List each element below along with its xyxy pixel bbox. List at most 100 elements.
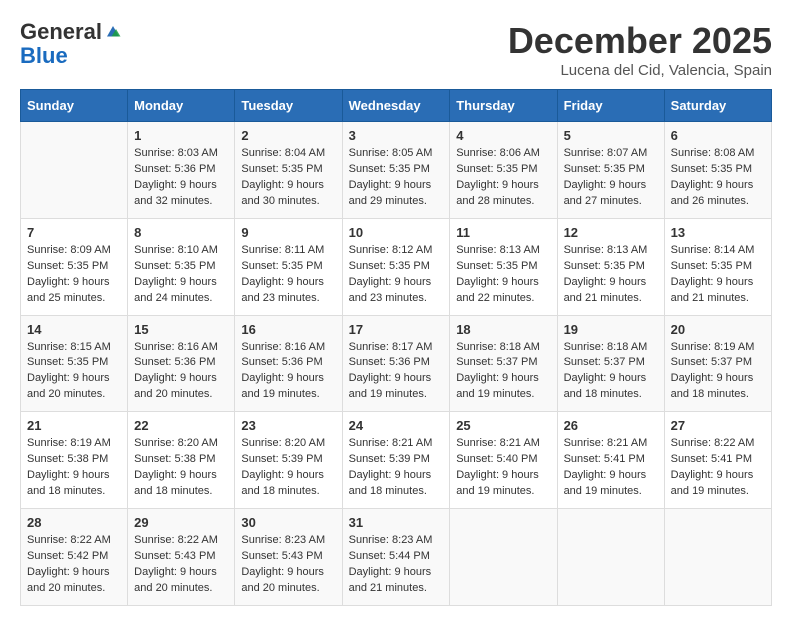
day-info: Sunrise: 8:22 AMSunset: 5:43 PMDaylight:… xyxy=(134,533,228,597)
day-cell: 10 Sunrise: 8:12 AMSunset: 5:35 PMDayligh… xyxy=(342,218,450,315)
weekday-header-monday: Monday xyxy=(128,90,235,122)
day-info: Sunrise: 8:18 AMSunset: 5:37 PMDaylight:… xyxy=(564,340,658,404)
day-info: Sunrise: 8:13 AMSunset: 5:35 PMDaylight:… xyxy=(564,243,658,307)
day-number: 10 xyxy=(349,225,444,240)
day-number: 18 xyxy=(456,322,550,337)
day-number: 20 xyxy=(671,322,765,337)
day-info: Sunrise: 8:11 AMSunset: 5:35 PMDaylight:… xyxy=(241,243,335,307)
day-number: 11 xyxy=(456,225,550,240)
day-cell: 24Sunrise: 8:21 AMSunset: 5:39 PMDayligh… xyxy=(342,412,450,509)
day-number: 24 xyxy=(349,418,444,433)
day-number: 15 xyxy=(134,322,228,337)
day-number: 25 xyxy=(456,418,550,433)
day-cell: 12 Sunrise: 8:13 AMSunset: 5:35 PMDayligh… xyxy=(557,218,664,315)
day-info: Sunrise: 8:09 AMSunset: 5:35 PMDaylight:… xyxy=(27,243,121,307)
day-number: 1 xyxy=(134,128,228,143)
day-number: 27 xyxy=(671,418,765,433)
week-row-2: 7 Sunrise: 8:09 AMSunset: 5:35 PMDaylight… xyxy=(21,218,772,315)
day-number: 19 xyxy=(564,322,658,337)
day-cell: 15 Sunrise: 8:16 AMSunset: 5:36 PMDayligh… xyxy=(128,315,235,412)
weekday-header-row: SundayMondayTuesdayWednesdayThursdayFrid… xyxy=(21,90,772,122)
day-info: Sunrise: 8:17 AMSunset: 5:36 PMDaylight:… xyxy=(349,340,444,404)
day-cell: 18Sunrise: 8:18 AMSunset: 5:37 PMDayligh… xyxy=(450,315,557,412)
day-cell: 3 Sunrise: 8:05 AMSunset: 5:35 PMDaylight… xyxy=(342,122,450,219)
week-row-4: 21 Sunrise: 8:19 AMSunset: 5:38 PMDayligh… xyxy=(21,412,772,509)
day-cell: 20 Sunrise: 8:19 AMSunset: 5:37 PMDayligh… xyxy=(664,315,771,412)
day-info: Sunrise: 8:13 AMSunset: 5:35 PMDaylight:… xyxy=(456,243,550,307)
calendar-body: 1 Sunrise: 8:03 AMSunset: 5:36 PMDaylight… xyxy=(21,122,772,606)
day-number: 30 xyxy=(241,515,335,530)
day-cell: 7 Sunrise: 8:09 AMSunset: 5:35 PMDaylight… xyxy=(21,218,128,315)
day-number: 12 xyxy=(564,225,658,240)
week-row-5: 28Sunrise: 8:22 AMSunset: 5:42 PMDayligh… xyxy=(21,509,772,606)
day-info: Sunrise: 8:10 AMSunset: 5:35 PMDaylight:… xyxy=(134,243,228,307)
day-info: Sunrise: 8:22 AMSunset: 5:42 PMDaylight:… xyxy=(27,533,121,597)
day-number: 17 xyxy=(349,322,444,337)
day-cell: 22Sunrise: 8:20 AMSunset: 5:38 PMDayligh… xyxy=(128,412,235,509)
day-number: 22 xyxy=(134,418,228,433)
page-header: General Blue December 2025 Lucena del Ci… xyxy=(20,20,772,79)
day-number: 29 xyxy=(134,515,228,530)
day-number: 9 xyxy=(241,225,335,240)
day-cell: 21 Sunrise: 8:19 AMSunset: 5:38 PMDayligh… xyxy=(21,412,128,509)
day-info: Sunrise: 8:14 AMSunset: 5:35 PMDaylight:… xyxy=(671,243,765,307)
logo: General Blue xyxy=(20,20,122,68)
day-cell: 1 Sunrise: 8:03 AMSunset: 5:36 PMDaylight… xyxy=(128,122,235,219)
day-info: Sunrise: 8:21 AMSunset: 5:40 PMDaylight:… xyxy=(456,436,550,500)
day-number: 26 xyxy=(564,418,658,433)
day-number: 3 xyxy=(349,128,444,143)
day-number: 14 xyxy=(27,322,121,337)
day-number: 23 xyxy=(241,418,335,433)
day-cell: 14 Sunrise: 8:15 AMSunset: 5:35 PMDayligh… xyxy=(21,315,128,412)
day-cell: 11 Sunrise: 8:13 AMSunset: 5:35 PMDayligh… xyxy=(450,218,557,315)
day-cell: 17 Sunrise: 8:17 AMSunset: 5:36 PMDayligh… xyxy=(342,315,450,412)
day-info: Sunrise: 8:15 AMSunset: 5:35 PMDaylight:… xyxy=(27,340,121,404)
day-cell: 16 Sunrise: 8:16 AMSunset: 5:36 PMDayligh… xyxy=(235,315,342,412)
day-number: 13 xyxy=(671,225,765,240)
day-info: Sunrise: 8:03 AMSunset: 5:36 PMDaylight:… xyxy=(134,146,228,210)
day-number: 2 xyxy=(241,128,335,143)
day-info: Sunrise: 8:06 AMSunset: 5:35 PMDaylight:… xyxy=(456,146,550,210)
day-info: Sunrise: 8:05 AMSunset: 5:35 PMDaylight:… xyxy=(349,146,444,210)
weekday-header-friday: Friday xyxy=(557,90,664,122)
day-info: Sunrise: 8:23 AMSunset: 5:43 PMDaylight:… xyxy=(241,533,335,597)
day-info: Sunrise: 8:16 AMSunset: 5:36 PMDaylight:… xyxy=(241,340,335,404)
day-info: Sunrise: 8:20 AMSunset: 5:39 PMDaylight:… xyxy=(241,436,335,500)
day-number: 7 xyxy=(27,225,121,240)
logo-icon xyxy=(104,23,122,41)
weekday-header-tuesday: Tuesday xyxy=(235,90,342,122)
location: Lucena del Cid, Valencia, Spain xyxy=(508,62,772,79)
day-number: 6 xyxy=(671,128,765,143)
day-cell: 9 Sunrise: 8:11 AMSunset: 5:35 PMDaylight… xyxy=(235,218,342,315)
weekday-header-sunday: Sunday xyxy=(21,90,128,122)
day-info: Sunrise: 8:16 AMSunset: 5:36 PMDaylight:… xyxy=(134,340,228,404)
day-number: 4 xyxy=(456,128,550,143)
weekday-header-thursday: Thursday xyxy=(450,90,557,122)
day-cell: 28Sunrise: 8:22 AMSunset: 5:42 PMDayligh… xyxy=(21,509,128,606)
day-info: Sunrise: 8:21 AMSunset: 5:41 PMDaylight:… xyxy=(564,436,658,500)
weekday-header-wednesday: Wednesday xyxy=(342,90,450,122)
day-number: 31 xyxy=(349,515,444,530)
day-cell xyxy=(450,509,557,606)
weekday-header-saturday: Saturday xyxy=(664,90,771,122)
day-cell: 4 Sunrise: 8:06 AMSunset: 5:35 PMDaylight… xyxy=(450,122,557,219)
day-info: Sunrise: 8:04 AMSunset: 5:35 PMDaylight:… xyxy=(241,146,335,210)
day-cell: 5Sunrise: 8:07 AMSunset: 5:35 PMDaylight… xyxy=(557,122,664,219)
day-info: Sunrise: 8:19 AMSunset: 5:38 PMDaylight:… xyxy=(27,436,121,500)
day-cell: 8Sunrise: 8:10 AMSunset: 5:35 PMDaylight… xyxy=(128,218,235,315)
day-cell: 23 Sunrise: 8:20 AMSunset: 5:39 PMDayligh… xyxy=(235,412,342,509)
day-cell: 30 Sunrise: 8:23 AMSunset: 5:43 PMDayligh… xyxy=(235,509,342,606)
day-cell xyxy=(664,509,771,606)
day-number: 16 xyxy=(241,322,335,337)
logo-text-blue: Blue xyxy=(20,44,68,68)
title-area: December 2025 Lucena del Cid, Valencia, … xyxy=(508,20,772,79)
day-cell: 13 Sunrise: 8:14 AMSunset: 5:35 PMDayligh… xyxy=(664,218,771,315)
day-info: Sunrise: 8:08 AMSunset: 5:35 PMDaylight:… xyxy=(671,146,765,210)
day-cell xyxy=(21,122,128,219)
day-cell: 19 Sunrise: 8:18 AMSunset: 5:37 PMDayligh… xyxy=(557,315,664,412)
day-info: Sunrise: 8:19 AMSunset: 5:37 PMDaylight:… xyxy=(671,340,765,404)
day-number: 21 xyxy=(27,418,121,433)
day-info: Sunrise: 8:12 AMSunset: 5:35 PMDaylight:… xyxy=(349,243,444,307)
month-title: December 2025 xyxy=(508,20,772,62)
day-cell: 26 Sunrise: 8:21 AMSunset: 5:41 PMDayligh… xyxy=(557,412,664,509)
